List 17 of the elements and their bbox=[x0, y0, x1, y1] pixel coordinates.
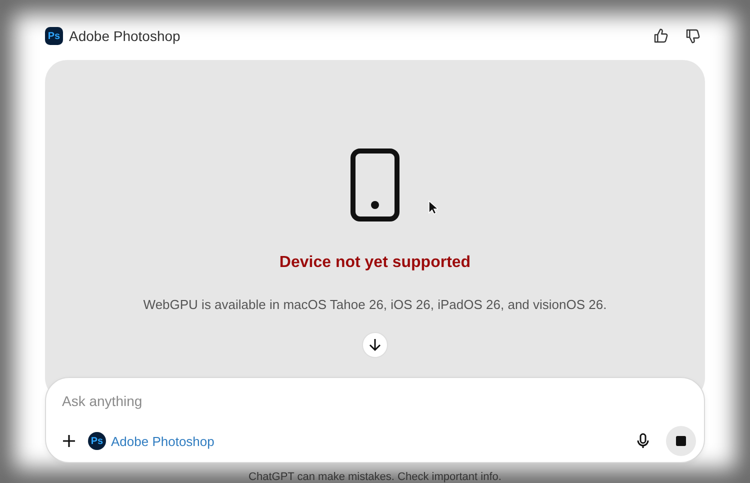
tool-logo: Ps bbox=[88, 432, 106, 450]
stop-icon bbox=[676, 436, 686, 446]
add-icon[interactable] bbox=[62, 434, 76, 448]
down-arrow-icon bbox=[368, 338, 382, 352]
error-title: Device not yet supported bbox=[279, 254, 471, 272]
app-logo: Ps bbox=[45, 27, 63, 45]
thumbs-down-icon[interactable] bbox=[685, 28, 701, 44]
scroll-down-button[interactable] bbox=[362, 332, 388, 358]
disclaimer-text: ChatGPT can make mistakes. Check important info. bbox=[248, 471, 502, 483]
error-message: WebGPU is available in macOS Tahoe 26, iOS 26, iPadOS 26, and visionOS 26. bbox=[143, 297, 607, 312]
thumbs-up-icon[interactable] bbox=[653, 28, 669, 44]
microphone-icon[interactable] bbox=[636, 433, 650, 449]
stop-button[interactable] bbox=[666, 426, 696, 456]
app-name: Adobe Photoshop bbox=[69, 28, 180, 44]
phone-icon bbox=[350, 148, 400, 222]
cursor-icon bbox=[428, 200, 438, 215]
tool-chip[interactable]: Adobe Photoshop bbox=[111, 434, 214, 448]
